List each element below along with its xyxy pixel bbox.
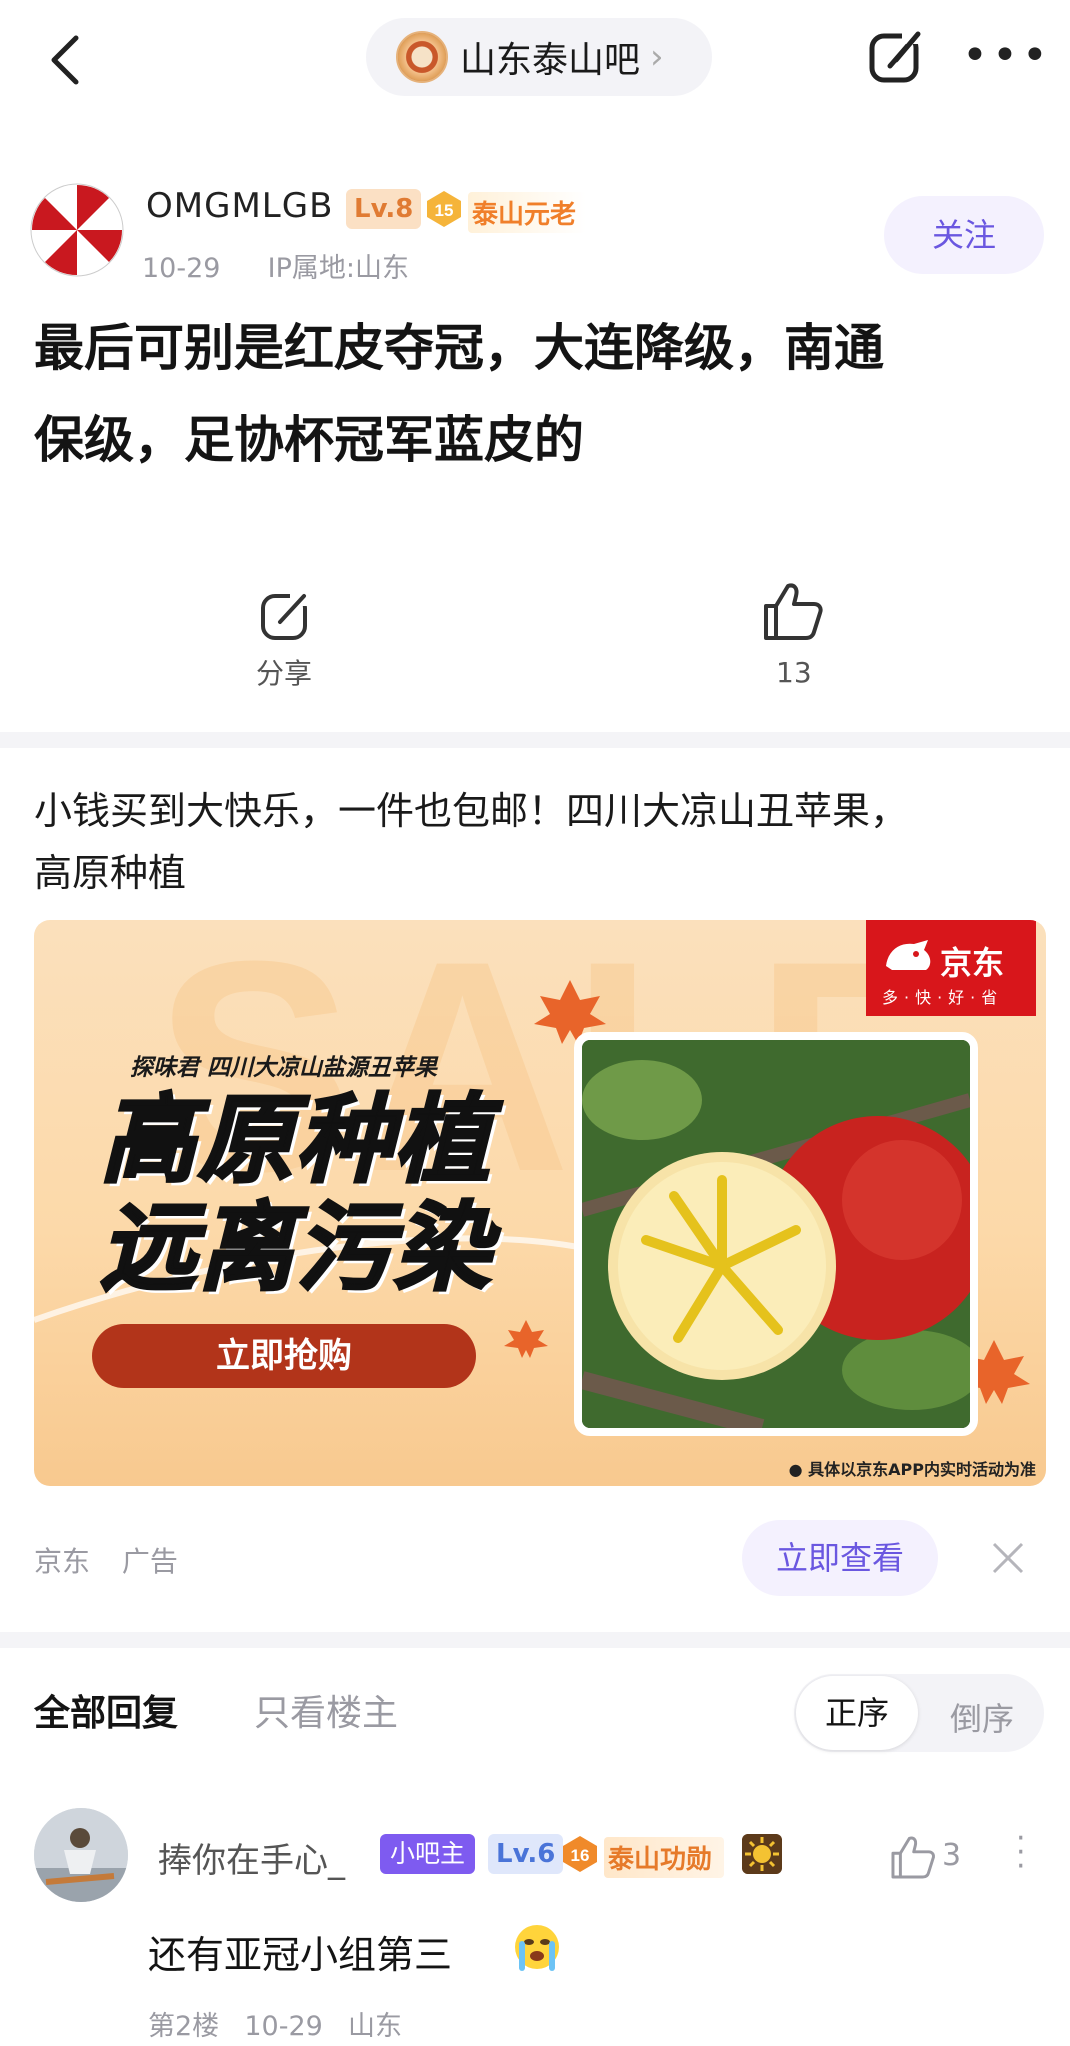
admin-badge: 小吧主	[380, 1834, 476, 1874]
jd-logo: 京东 多·快·好·省	[866, 920, 1036, 1016]
post-title: 最后可别是红皮夺冠，大连降级，南通 保级，足协杯冠军蓝皮的	[34, 302, 1034, 486]
tab-all-replies[interactable]: 全部回复	[34, 1684, 178, 1736]
ad-text-line: 高原种植	[34, 851, 187, 895]
maple-leaf-icon	[504, 1320, 548, 1358]
ad-text[interactable]: 小钱买到大快乐，一件也包邮！四川大凉山丑苹果， 高原种植	[34, 780, 1044, 904]
ad-source: 京东 广告	[34, 1540, 178, 1580]
edit-share-icon[interactable]	[866, 26, 926, 90]
comment-location: 山东	[348, 2011, 403, 2042]
post-title-line: 保级，足协杯冠军蓝皮的	[34, 411, 584, 469]
forum-name: 山东泰山吧	[460, 40, 641, 81]
follow-button[interactable]: 关注	[884, 196, 1044, 274]
medal-icon: 16	[563, 1836, 597, 1872]
back-chevron-icon[interactable]	[40, 30, 90, 90]
jd-dog-icon	[886, 940, 931, 970]
thumbs-up-icon[interactable]	[890, 1834, 936, 1880]
post-title-line: 最后可别是红皮夺冠，大连降级，南通	[34, 319, 884, 377]
chevron-right-icon: ›	[650, 37, 664, 77]
jd-slogan: 多·快·好·省	[882, 988, 1004, 1007]
banner-tagline: 探味君 四川大凉山盐源丑苹果	[130, 1055, 438, 1081]
honor-title-badge: 泰山元老	[468, 192, 587, 233]
sun-badge-icon	[742, 1834, 782, 1874]
comment-meta: 第2楼 10-29 山东	[148, 2004, 402, 2043]
banner-headline: 高原种植 远离污染	[99, 1084, 492, 1304]
commenter-name[interactable]: 捧你在手心_	[158, 1833, 345, 1882]
apple-image	[582, 1040, 970, 1428]
medal-number: 16	[571, 1846, 590, 1865]
comment-like-count: 3	[942, 1838, 962, 1873]
comment-date: 10-29	[244, 2011, 323, 2042]
sort-ascending-button[interactable]: 正序	[796, 1676, 918, 1750]
medal-icon: 15	[427, 191, 461, 227]
level-badge: Lv.8	[346, 189, 422, 229]
more-dots-icon[interactable]: •••	[962, 34, 1052, 78]
honor-title-badge: 泰山功勋	[604, 1837, 725, 1878]
medal-number: 15	[435, 201, 454, 220]
ad-banner[interactable]: SALE 探味君 四川大凉山盐源丑苹果 高原种植 远离污染 立即抢购 京东 多·…	[34, 920, 1046, 1486]
like-count: 13	[776, 656, 812, 689]
close-x-icon[interactable]	[990, 1540, 1026, 1576]
ad-source-name: 京东	[34, 1545, 91, 1578]
thumbs-up-icon[interactable]	[762, 580, 824, 642]
floor-number: 第2楼	[148, 2011, 220, 2042]
share-icon[interactable]	[258, 588, 314, 644]
post-date: 10-29	[142, 253, 221, 284]
jd-brand-name: 京东	[940, 944, 1005, 982]
comment-text: 还有亚冠小组第三	[148, 1933, 453, 1977]
commenter-avatar[interactable]	[34, 1808, 128, 1902]
banner-headline-line: 高原种植	[99, 1084, 492, 1196]
view-now-button[interactable]: 立即查看	[742, 1520, 938, 1596]
sort-descending-button[interactable]: 倒序	[950, 1694, 1014, 1740]
share-label[interactable]: 分享	[256, 652, 312, 692]
crying-emoji-icon	[515, 1925, 559, 1971]
banner-headline-line: 远离污染	[99, 1192, 492, 1304]
level-badge: Lv.6	[488, 1834, 564, 1874]
ad-disclaimer: ● 具体以京东APP内实时活动为准	[788, 1460, 1036, 1479]
vertical-dots-icon[interactable]: · · ·	[1016, 1824, 1026, 1882]
forum-pill[interactable]: 山东泰山吧 ›	[366, 18, 712, 96]
ad-text-line: 小钱买到大快乐，一件也包邮！四川大凉山丑苹果，	[34, 789, 909, 833]
section-divider	[0, 732, 1070, 748]
author-avatar[interactable]	[30, 183, 124, 277]
ad-label: 广告	[121, 1545, 178, 1578]
banner-buy-button[interactable]: 立即抢购	[92, 1324, 476, 1388]
ip-location: IP属地:山东	[267, 253, 409, 284]
author-name[interactable]: OMGMLGB	[146, 186, 333, 226]
apple-photo	[574, 1032, 978, 1436]
section-divider	[0, 1632, 1070, 1648]
forum-logo-icon	[396, 31, 448, 83]
tab-only-op[interactable]: 只看楼主	[254, 1684, 398, 1736]
post-meta: 10-29 IP属地:山东	[142, 246, 409, 285]
